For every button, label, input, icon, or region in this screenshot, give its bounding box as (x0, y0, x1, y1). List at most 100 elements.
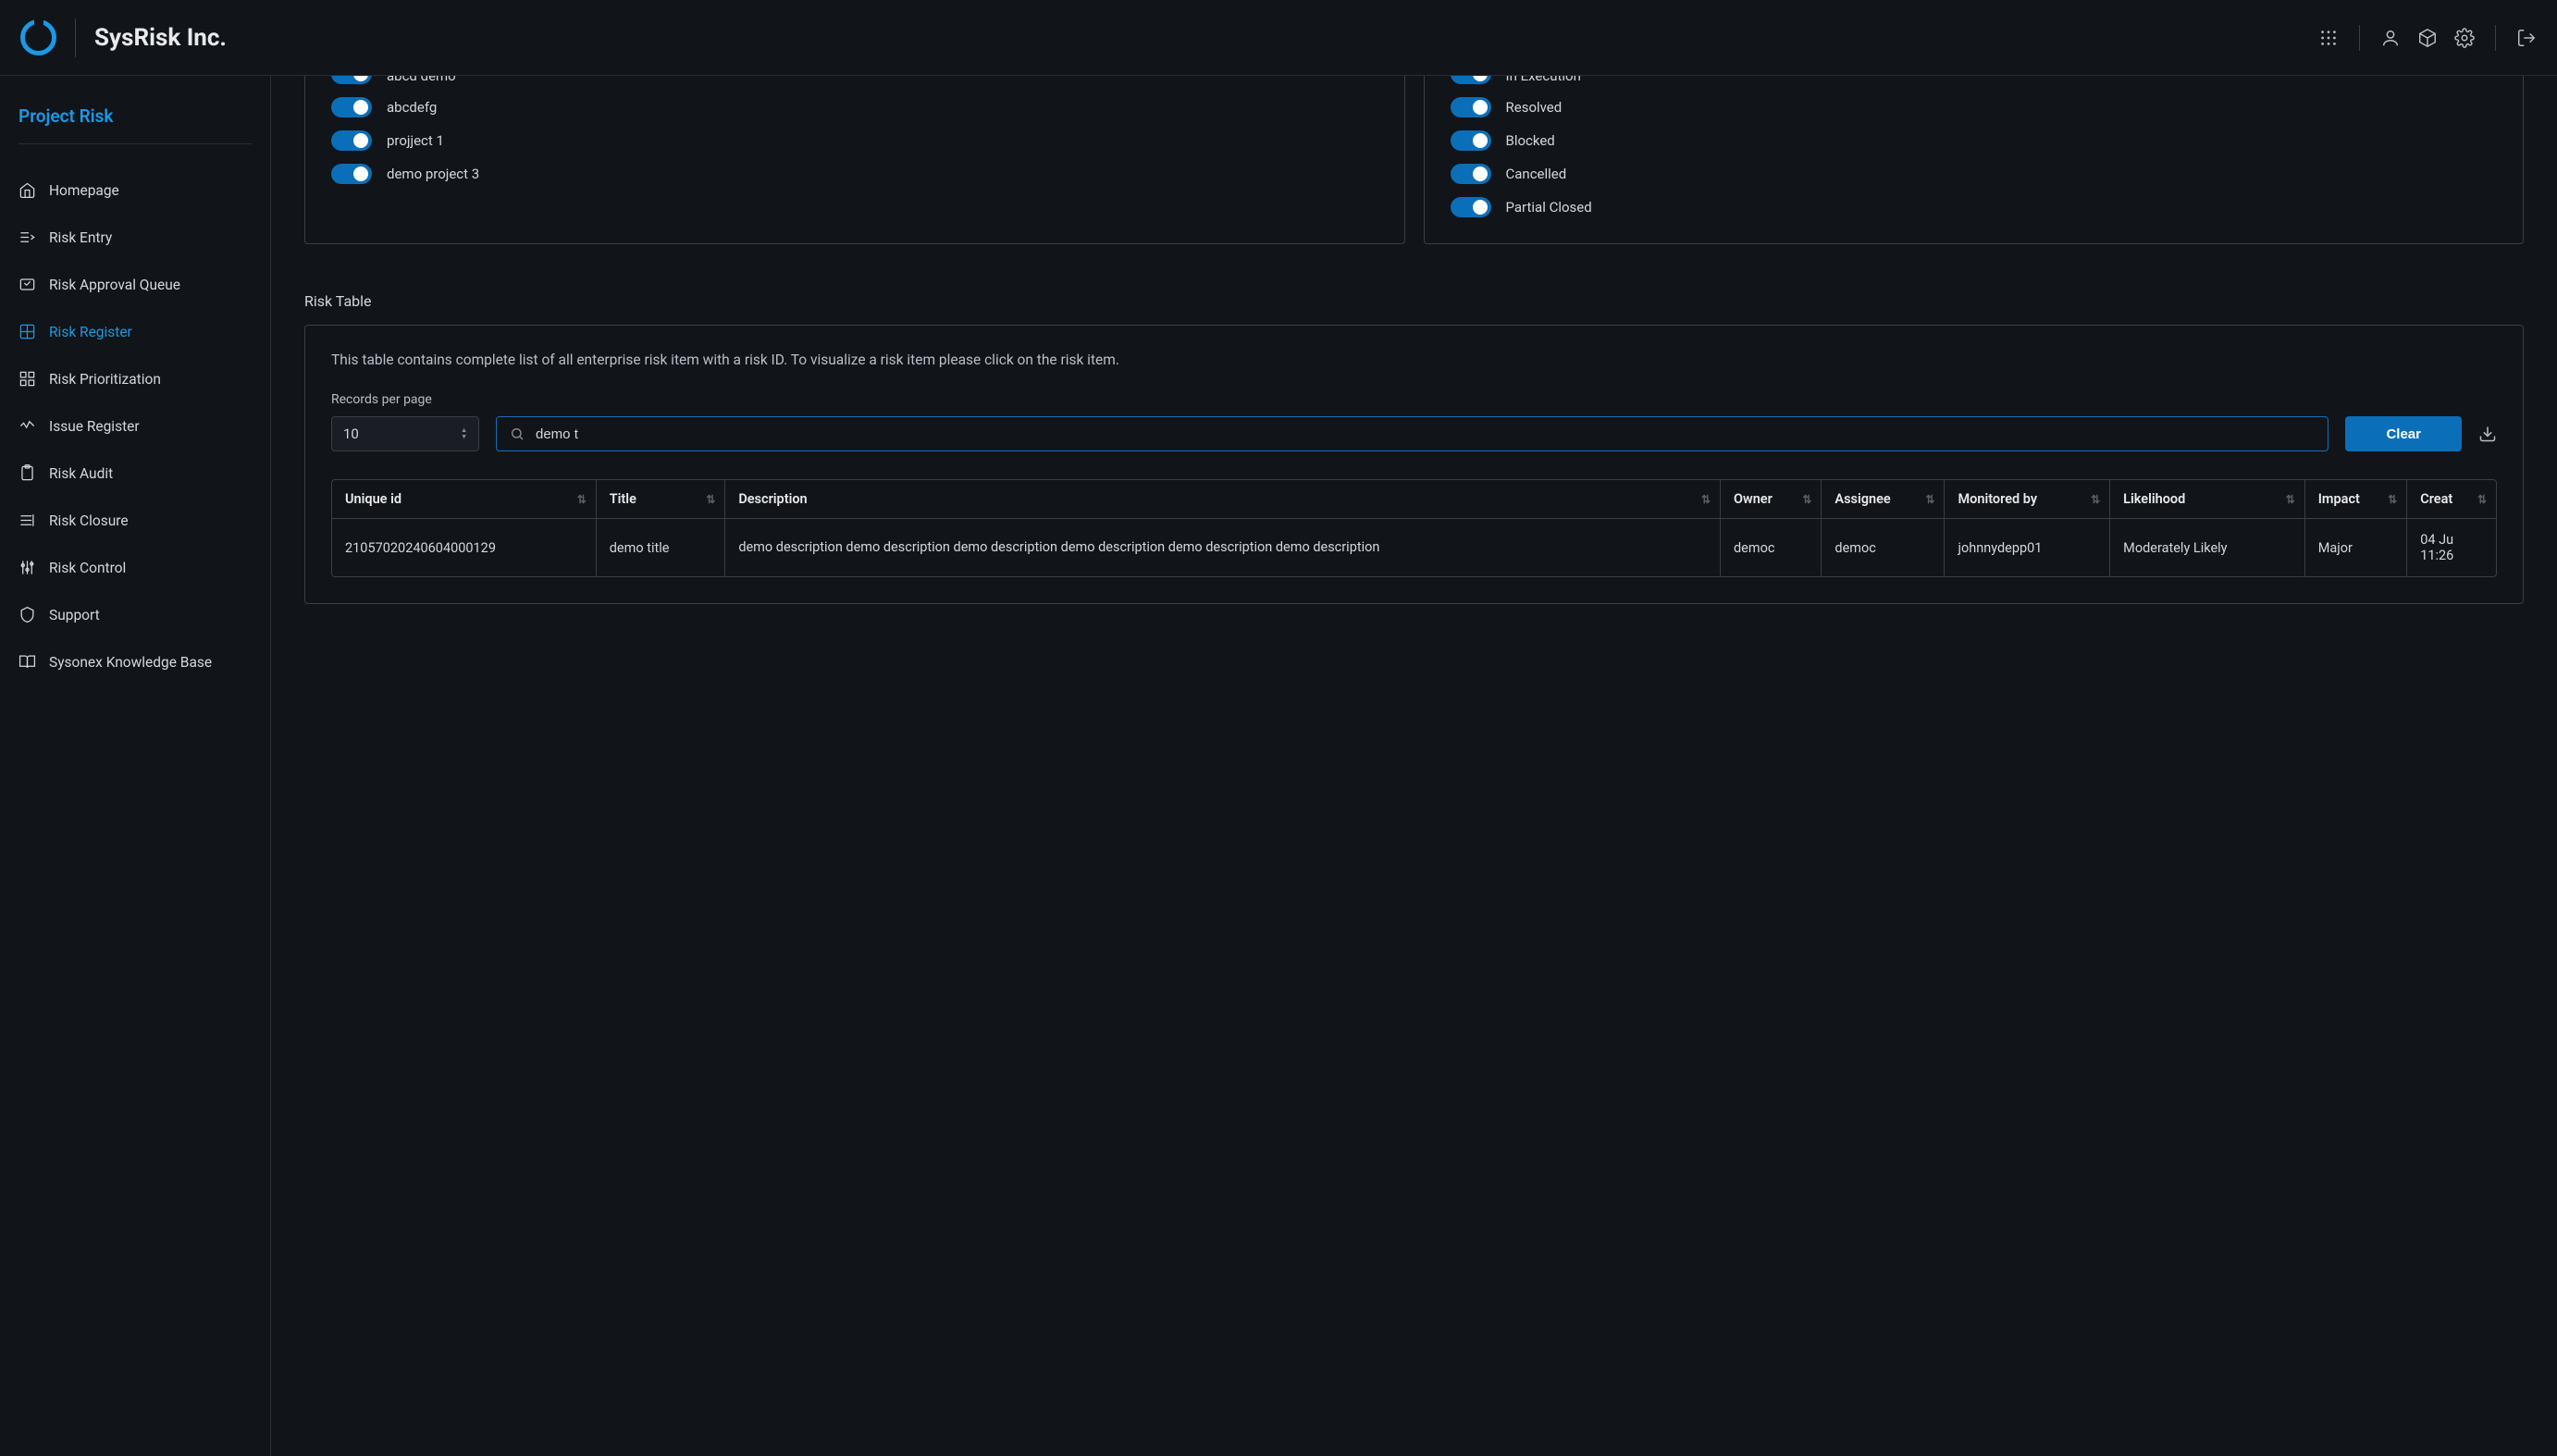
cell-created: 04 Ju 11:26 (2407, 519, 2496, 577)
settings-gear-icon[interactable] (2454, 28, 2475, 48)
table-row[interactable]: 21057020240604000129 demo title demo des… (332, 519, 2496, 577)
search-input[interactable] (536, 426, 2315, 442)
sidebar-item-label: Homepage (49, 182, 119, 199)
cube-icon[interactable] (2417, 28, 2438, 48)
sidebar-title: Project Risk (0, 105, 270, 143)
search-box[interactable] (496, 416, 2328, 451)
sidebar-item-risk-approval-queue[interactable]: Risk Approval Queue (0, 261, 270, 308)
toggle-switch[interactable] (1451, 197, 1491, 217)
sort-icon: ⇅ (2286, 493, 2295, 506)
column-header[interactable]: Likelihood⇅ (2110, 480, 2305, 519)
entry-icon (19, 228, 36, 246)
column-header[interactable]: Creat⇅ (2407, 480, 2496, 519)
sidebar-item-issue-register[interactable]: Issue Register (0, 402, 270, 450)
sort-icon: ⇅ (1701, 493, 1711, 506)
cell-owner: democ (1721, 519, 1822, 577)
apps-grid-icon[interactable] (2318, 28, 2339, 48)
sidebar-item-label: Risk Closure (49, 512, 129, 529)
sort-icon: ⇅ (1925, 493, 1934, 506)
column-header[interactable]: Impact⇅ (2304, 480, 2406, 519)
register-icon (19, 323, 36, 340)
sidebar-item-label: Risk Entry (49, 229, 112, 246)
toggle-switch[interactable] (331, 97, 372, 117)
prior-icon (19, 370, 36, 388)
toggle-label: demo project 3 (387, 166, 479, 182)
cell-unique-id: 21057020240604000129 (332, 519, 596, 577)
column-header[interactable]: Owner⇅ (1721, 480, 1822, 519)
search-icon (510, 426, 525, 441)
sidebar-item-label: Risk Prioritization (49, 371, 161, 388)
toggle-switch[interactable] (1451, 130, 1491, 151)
page-size-select[interactable]: 10 ▲▼ (331, 416, 479, 451)
toggle-label: projject 1 (387, 132, 444, 149)
sort-icon: ⇅ (706, 493, 715, 506)
closure-icon (19, 512, 36, 529)
risk-table-heading: Risk Table (304, 292, 2524, 310)
column-header[interactable]: Monitored by⇅ (1945, 480, 2110, 519)
toggle-label: Blocked (1506, 132, 1555, 149)
sort-icon: ⇅ (1802, 493, 1811, 506)
toggle-label: Partial Closed (1506, 199, 1592, 216)
column-header[interactable]: Unique id⇅ (332, 480, 596, 519)
project-filter-panel: abcd demo abcdefgprojject 1demo project … (304, 76, 1405, 244)
sidebar-item-risk-control[interactable]: Risk Control (0, 544, 270, 591)
sidebar-item-label: Support (49, 607, 100, 623)
cell-assignee: democ (1822, 519, 1945, 577)
divider (19, 143, 252, 144)
support-icon (19, 606, 36, 623)
user-icon[interactable] (2380, 28, 2401, 48)
sort-icon: ⇅ (577, 493, 587, 506)
sidebar-item-label: Sysonex Knowledge Base (49, 654, 212, 671)
toggle-label: Resolved (1506, 99, 1563, 116)
risk-table: Unique id⇅Title⇅Description⇅Owner⇅Assign… (331, 479, 2497, 577)
risk-table-panel: This table contains complete list of all… (304, 325, 2524, 604)
audit-icon (19, 464, 36, 482)
sidebar-item-risk-prioritization[interactable]: Risk Prioritization (0, 355, 270, 402)
toggle-switch[interactable] (1451, 76, 1491, 84)
brand-title: SysRisk Inc. (94, 24, 227, 52)
toggle-switch[interactable] (1451, 164, 1491, 184)
cell-impact: Major (2304, 519, 2406, 577)
logo-icon (20, 19, 56, 56)
sort-icon: ⇅ (2091, 493, 2100, 506)
sidebar-item-homepage[interactable]: Homepage (0, 167, 270, 214)
home-icon (19, 181, 36, 199)
sidebar-item-sysonex-knowledge-base[interactable]: Sysonex Knowledge Base (0, 638, 270, 685)
toggle-switch[interactable] (331, 164, 372, 184)
column-header[interactable]: Description⇅ (725, 480, 1721, 519)
sidebar-item-support[interactable]: Support (0, 591, 270, 638)
divider (75, 19, 76, 57)
toggle-switch[interactable] (331, 76, 372, 84)
records-per-page-label: Records per page (331, 392, 2497, 407)
logout-icon[interactable] (2516, 28, 2537, 48)
column-header[interactable]: Assignee⇅ (1822, 480, 1945, 519)
toggle-switch[interactable] (1451, 97, 1491, 117)
page-size-value: 10 (343, 426, 359, 442)
sidebar-item-label: Issue Register (49, 418, 140, 435)
sidebar-item-label: Risk Register (49, 324, 132, 340)
clear-button[interactable]: Clear (2345, 416, 2462, 451)
cell-title: demo title (596, 519, 725, 577)
sidebar-item-risk-register[interactable]: Risk Register (0, 308, 270, 355)
toggle-label: Cancelled (1506, 166, 1567, 182)
download-icon[interactable] (2478, 425, 2497, 443)
queue-icon (19, 276, 36, 293)
column-header[interactable]: Title⇅ (596, 480, 725, 519)
sidebar-item-risk-closure[interactable]: Risk Closure (0, 497, 270, 544)
sidebar-item-risk-entry[interactable]: Risk Entry (0, 214, 270, 261)
sidebar-item-risk-audit[interactable]: Risk Audit (0, 450, 270, 497)
sidebar-item-label: Risk Audit (49, 465, 113, 482)
stepper-arrows-icon: ▲▼ (461, 427, 467, 440)
control-icon (19, 559, 36, 576)
main-content: abcd demo abcdefgprojject 1demo project … (271, 76, 2557, 1456)
cell-likelihood: Moderately Likely (2110, 519, 2305, 577)
top-bar: SysRisk Inc. (0, 0, 2557, 76)
toggle-label: abcdefg (387, 99, 437, 116)
risk-table-description: This table contains complete list of all… (331, 352, 2497, 368)
sidebar-item-label: Risk Control (49, 560, 126, 576)
divider (2359, 25, 2360, 51)
toggle-switch[interactable] (331, 130, 372, 151)
divider (2495, 25, 2496, 51)
sort-icon: ⇅ (2477, 493, 2487, 506)
toggle-label: In Execution (1506, 76, 1581, 84)
